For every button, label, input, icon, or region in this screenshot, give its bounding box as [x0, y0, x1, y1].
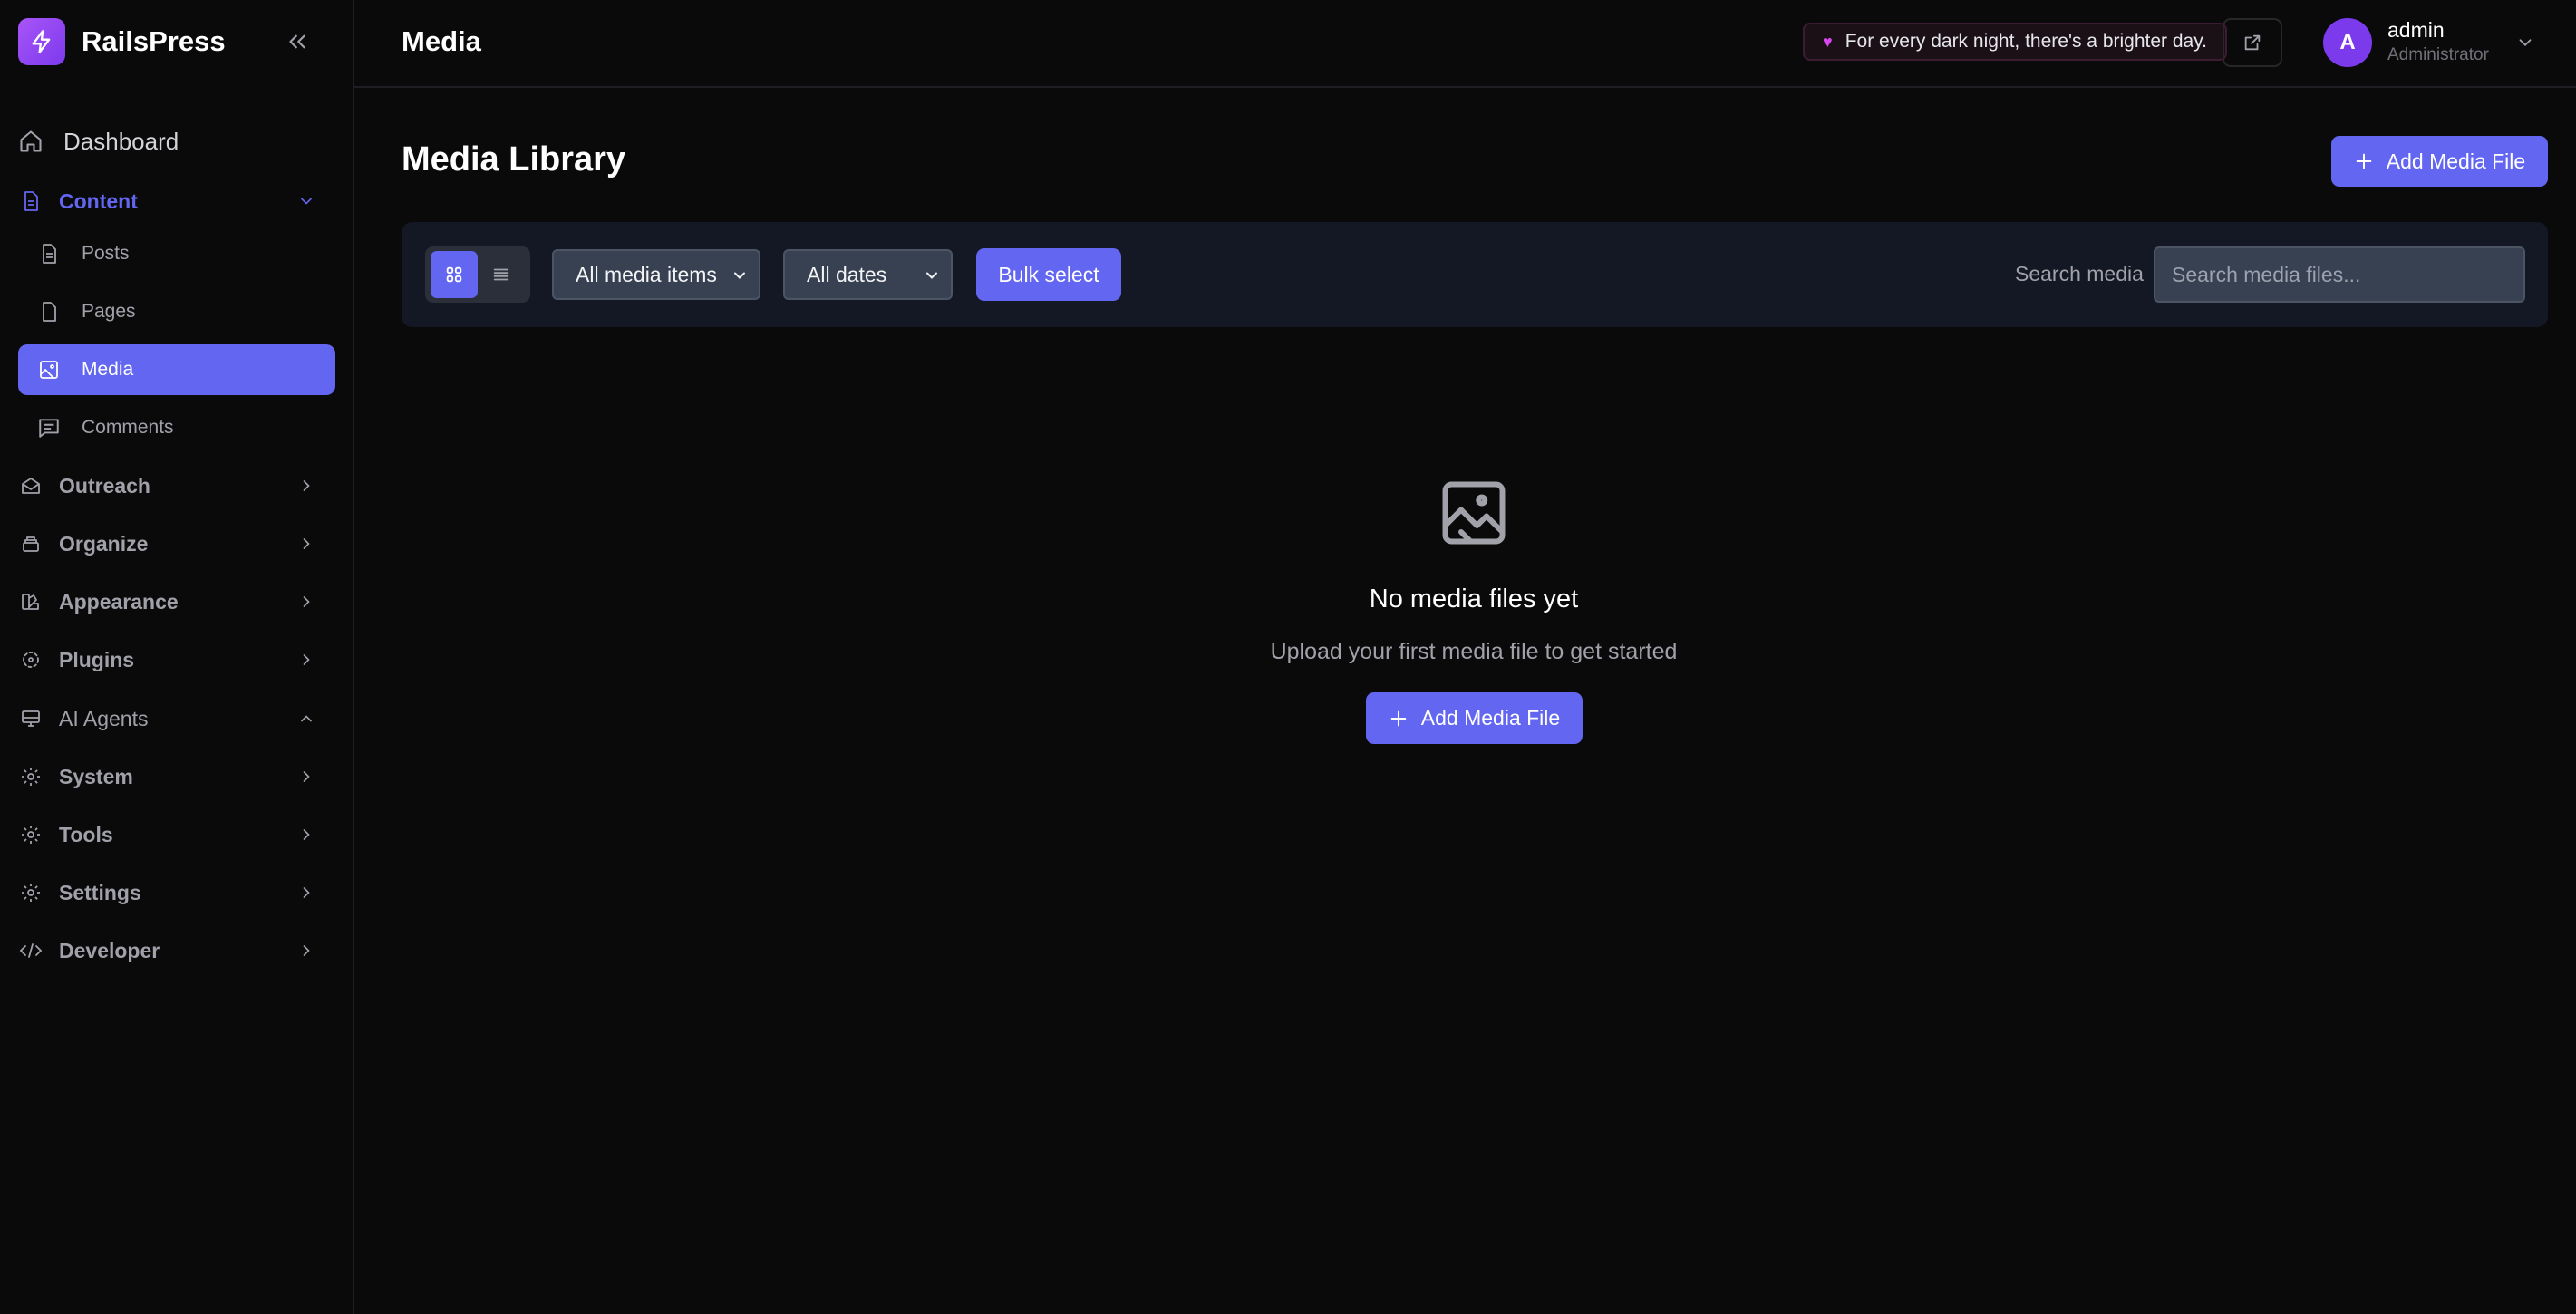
- view-toggle: [425, 246, 530, 303]
- chevron-right-icon: [295, 591, 317, 613]
- brand[interactable]: RailsPress: [18, 18, 226, 65]
- add-media-file-button[interactable]: Add Media File: [2331, 136, 2548, 187]
- chevron-down-icon: [730, 266, 750, 285]
- user-name[interactable]: admin: [2387, 18, 2445, 43]
- monitor-icon: [18, 706, 44, 731]
- sidebar-item-label: Appearance: [59, 589, 179, 614]
- chevron-down-icon[interactable]: [2513, 31, 2537, 54]
- sidebar-item-label: Pages: [82, 301, 136, 322]
- empty-add-media-label: Add Media File: [1420, 706, 1561, 729]
- sidebar-item-dashboard[interactable]: Dashboard: [18, 116, 335, 167]
- sidebar-item-tools[interactable]: Tools: [18, 809, 335, 860]
- sidebar-item-developer[interactable]: Developer: [18, 925, 335, 976]
- media-type-select[interactable]: All media items: [552, 249, 760, 300]
- brand-name: RailsPress: [82, 25, 226, 57]
- list-icon: [491, 265, 511, 285]
- view-site-button[interactable]: [2223, 18, 2282, 67]
- top-header: Media ♥ For every dark night, there's a …: [354, 0, 2576, 88]
- grid-icon: [444, 265, 464, 285]
- plus-icon: [1389, 709, 1409, 729]
- empty-state-title: No media files yet: [1369, 585, 1579, 614]
- empty-state-subtitle: Upload your first media file to get star…: [1270, 639, 1678, 664]
- lightning-logo-icon: [18, 18, 65, 65]
- gear-icon: [18, 880, 44, 905]
- media-toolbar: All media items All dates Bulk select Se…: [402, 222, 2548, 327]
- chevron-right-icon: [295, 766, 317, 787]
- sidebar-item-label: Settings: [59, 880, 141, 904]
- sidebar-item-label: Organize: [59, 531, 149, 556]
- sidebar-item-plugins[interactable]: Plugins: [18, 634, 335, 685]
- sidebar-item-pages[interactable]: Pages: [18, 286, 335, 337]
- sidebar-item-settings[interactable]: Settings: [18, 867, 335, 918]
- heart-icon: ♥: [1823, 32, 1833, 51]
- sidebar-item-label: Comments: [82, 417, 174, 438]
- file-icon: [36, 299, 62, 324]
- media-type-value: All media items: [576, 262, 717, 286]
- stack-icon: [18, 531, 44, 556]
- image-icon: [36, 357, 62, 382]
- chevron-down-icon: [922, 266, 942, 285]
- chevron-right-icon: [295, 649, 317, 671]
- date-filter-value: All dates: [807, 262, 887, 286]
- sidebar-item-label: System: [59, 764, 133, 788]
- media-library-title: Media Library: [402, 140, 626, 179]
- chevron-up-icon: [295, 708, 317, 729]
- sidebar-item-outreach[interactable]: Outreach: [18, 460, 335, 511]
- chevron-right-icon: [295, 475, 317, 497]
- list-view-button[interactable]: [478, 251, 525, 298]
- image-icon: [1436, 475, 1512, 551]
- sidebar-item-label: Developer: [59, 938, 160, 962]
- sidebar-item-ai-agents[interactable]: AI Agents: [18, 693, 335, 744]
- avatar[interactable]: A: [2323, 18, 2372, 67]
- sidebar-item-organize[interactable]: Organize: [18, 518, 335, 569]
- add-media-file-label: Add Media File: [2386, 149, 2526, 173]
- sidebar-item-label: Plugins: [59, 647, 135, 671]
- page-title: Media: [402, 25, 481, 57]
- quote-banner: ♥ For every dark night, there's a bright…: [1803, 23, 2227, 61]
- sidebar-item-label: Posts: [82, 243, 130, 264]
- gear-icon: [18, 764, 44, 789]
- sidebar-item-label: Content: [59, 188, 138, 213]
- search-input[interactable]: [2154, 246, 2525, 303]
- empty-add-media-button[interactable]: Add Media File: [1366, 692, 1583, 744]
- sidebar-item-label: Dashboard: [63, 127, 179, 155]
- document-icon: [36, 241, 62, 266]
- sidebar: RailsPress Dashboard Content Posts Pages: [0, 0, 354, 1314]
- bulk-select-button[interactable]: Bulk select: [976, 248, 1121, 301]
- plugin-icon: [18, 647, 44, 672]
- sidebar-item-system[interactable]: System: [18, 751, 335, 802]
- comment-icon: [36, 415, 62, 440]
- home-icon: [18, 129, 44, 154]
- sidebar-item-label: Media: [82, 359, 134, 380]
- sidebar-item-appearance[interactable]: Appearance: [18, 576, 335, 627]
- sidebar-item-posts[interactable]: Posts: [18, 228, 335, 279]
- sidebar-item-label: AI Agents: [59, 706, 149, 730]
- sidebar-item-content[interactable]: Content: [18, 176, 335, 227]
- document-icon: [18, 188, 44, 214]
- chevron-right-icon: [295, 824, 317, 845]
- chevron-down-icon: [295, 190, 317, 212]
- user-role: Administrator: [2387, 45, 2489, 64]
- collapse-sidebar-icon[interactable]: [279, 24, 315, 60]
- code-icon: [18, 938, 44, 963]
- chevron-right-icon: [295, 533, 317, 555]
- palette-icon: [18, 589, 44, 614]
- sidebar-item-label: Outreach: [59, 473, 150, 498]
- chevron-right-icon: [295, 940, 317, 961]
- chevron-right-icon: [295, 882, 317, 903]
- external-link-icon: [2242, 33, 2262, 53]
- sidebar-item-comments[interactable]: Comments: [18, 402, 335, 453]
- grid-view-button[interactable]: [431, 251, 478, 298]
- sidebar-item-label: Tools: [59, 822, 113, 846]
- envelope-open-icon: [18, 473, 44, 498]
- search-label: Search media: [2015, 262, 2144, 285]
- quote-text: For every dark night, there's a brighter…: [1845, 31, 2207, 52]
- gear-icon: [18, 822, 44, 847]
- sidebar-item-media[interactable]: Media: [18, 344, 335, 395]
- date-filter-select[interactable]: All dates: [783, 249, 953, 300]
- plus-icon: [2354, 151, 2374, 171]
